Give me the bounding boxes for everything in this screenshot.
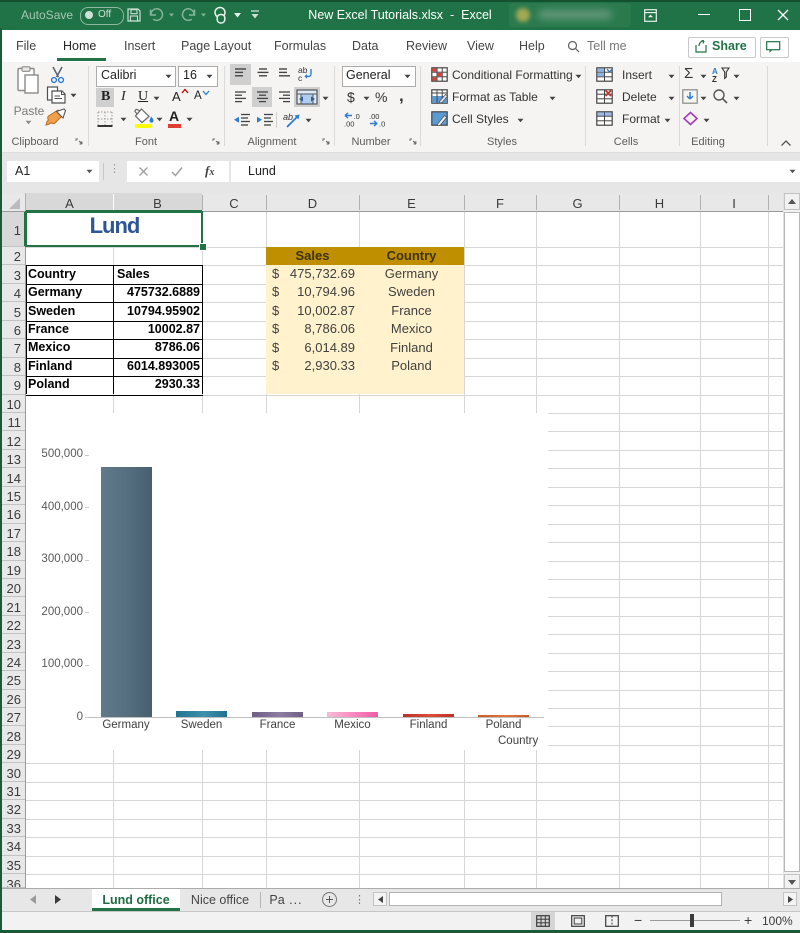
svg-text:.0: .0 (354, 112, 360, 121)
svg-text:ab: ab (283, 112, 293, 122)
svg-text:.00: .00 (369, 112, 379, 121)
svg-text:Z: Z (712, 75, 717, 82)
svg-text:.0: .0 (379, 120, 385, 128)
svg-text:.00: .00 (344, 120, 354, 128)
